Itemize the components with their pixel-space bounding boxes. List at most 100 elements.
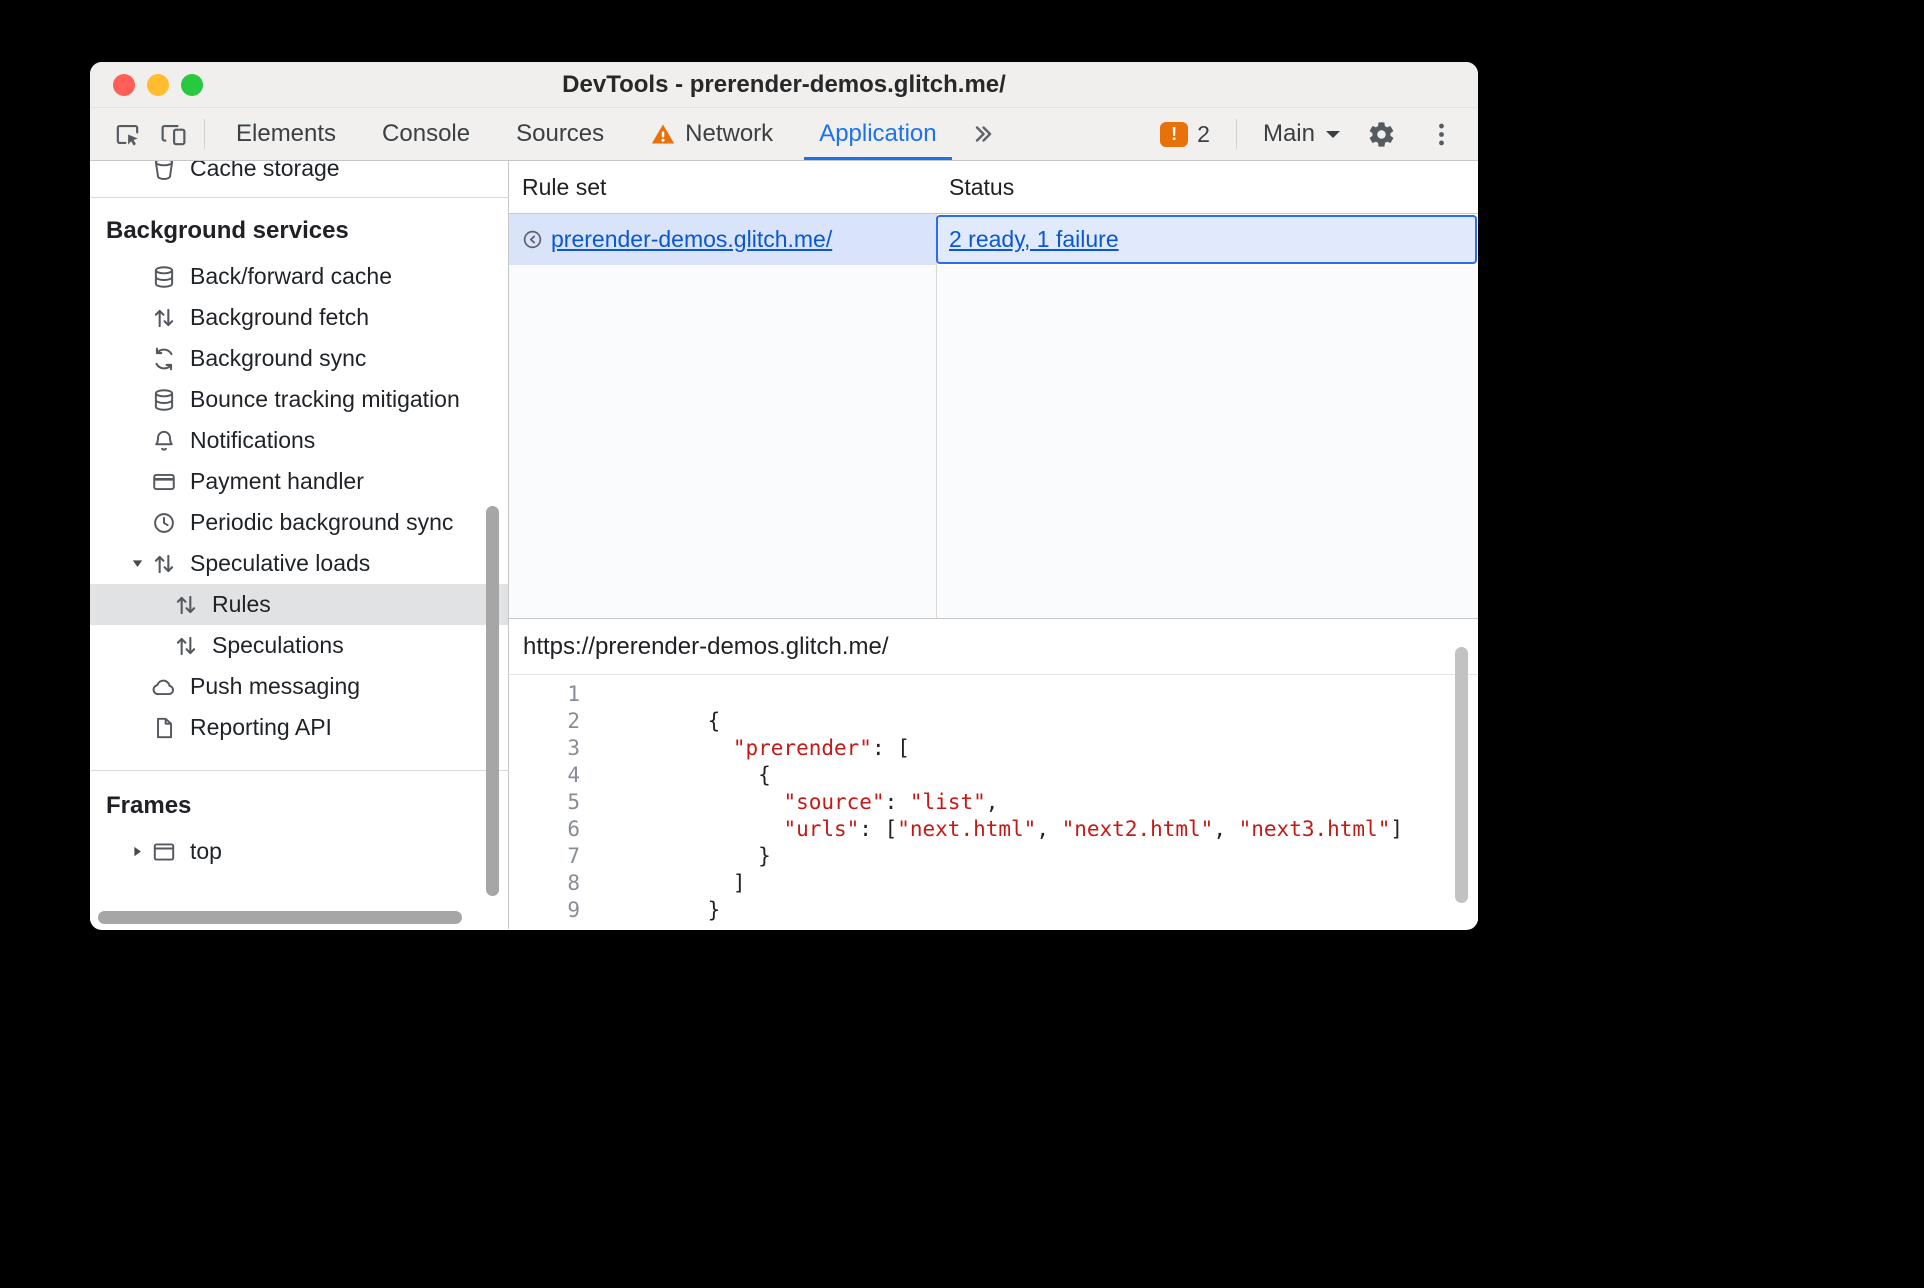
kebab-menu-icon[interactable] xyxy=(1418,113,1464,155)
chevron-down-icon xyxy=(1326,130,1340,145)
devtools-toolbar: Elements Console Sources Network Application… xyxy=(90,108,1478,161)
triangle-down-icon xyxy=(124,556,150,571)
sidebar-item-label: Bounce tracking mitigation xyxy=(190,386,460,412)
tab-sources[interactable]: Sources xyxy=(493,108,627,160)
sidebar-item-label: Speculative loads xyxy=(190,550,371,576)
sidebar-vertical-scrollbar[interactable] xyxy=(486,506,499,896)
code-line: 8 ] xyxy=(509,870,1478,897)
sidebar-item-speculations[interactable]: Speculations xyxy=(90,625,508,666)
code-text: "source": "list", xyxy=(783,790,999,814)
sidebar-item-notifications[interactable]: Notifications xyxy=(90,420,508,461)
rule-set-cell[interactable]: prerender-demos.glitch.me/ xyxy=(509,214,936,265)
code-line: 5 "source": "list", xyxy=(509,789,1478,816)
toolbar-right-group: ! 2 Main xyxy=(1156,113,1464,155)
preview-vertical-scrollbar[interactable] xyxy=(1455,647,1468,903)
status-cell[interactable]: 2 ready, 1 failure xyxy=(936,215,1477,264)
sync-icon xyxy=(150,345,177,372)
sidebar-item-reporting-api[interactable]: Reporting API xyxy=(90,707,508,748)
sidebar-item-speculative-loads[interactable]: Speculative loads xyxy=(90,543,508,584)
application-sidebar: Cache storage Background services Back/for… xyxy=(90,161,509,929)
tab-application[interactable]: Application xyxy=(796,108,959,160)
minimize-button[interactable] xyxy=(147,73,169,96)
section-divider xyxy=(90,770,508,771)
close-button[interactable] xyxy=(113,73,135,96)
database-icon xyxy=(150,386,177,413)
inspect-icon[interactable] xyxy=(104,113,150,155)
target-selector-label: Main xyxy=(1262,120,1315,147)
panel-tabs: Elements Console Sources Network Application xyxy=(213,108,960,160)
grid-header-row: Rule set Status xyxy=(509,161,1478,214)
tab-label: Elements xyxy=(236,120,337,147)
sidebar-horizontal-scrollbar[interactable] xyxy=(98,911,462,924)
window-title: DevTools - prerender-demos.glitch.me/ xyxy=(562,70,1006,98)
line-number: 2 xyxy=(567,709,580,733)
column-header-status[interactable]: Status xyxy=(936,174,1478,201)
triangle-right-icon xyxy=(124,844,150,859)
tab-network[interactable]: Network xyxy=(627,108,796,160)
traffic-lights xyxy=(113,62,203,107)
line-number: 7 xyxy=(567,844,580,868)
sidebar-item-label: Back/forward cache xyxy=(190,263,392,289)
code-text: ] xyxy=(657,871,746,895)
arrows-up-down-icon xyxy=(172,632,199,659)
status-link[interactable]: 2 ready, 1 failure xyxy=(949,226,1119,253)
sidebar-item-back-forward-cache[interactable]: Back/forward cache xyxy=(90,256,508,297)
line-number: 6 xyxy=(567,817,580,841)
code-line: 9 } xyxy=(509,897,1478,924)
rule-set-row[interactable]: prerender-demos.glitch.me/ 2 ready, 1 fa… xyxy=(509,214,1478,265)
clock-icon xyxy=(150,509,177,536)
more-tabs-button[interactable] xyxy=(960,121,1006,147)
code-line: 3 "prerender": [ xyxy=(509,735,1478,762)
sidebar-item-label: Reporting API xyxy=(190,714,332,740)
rule-set-link[interactable]: prerender-demos.glitch.me/ xyxy=(551,226,832,253)
sidebar-item-label: Periodic background sync xyxy=(190,509,454,535)
code-text: { xyxy=(657,763,771,787)
sidebar-item-background-sync[interactable]: Background sync xyxy=(90,338,508,379)
toolbar-separator xyxy=(1235,119,1237,149)
sidebar-item-background-fetch[interactable]: Background fetch xyxy=(90,297,508,338)
sidebar-item-periodic-background-sync[interactable]: Periodic background sync xyxy=(90,502,508,543)
sidebar-item-rules[interactable]: Rules xyxy=(90,584,508,625)
code-text: { xyxy=(657,709,721,733)
sidebar-item-label: Cache storage xyxy=(190,161,340,181)
grid-empty-area xyxy=(509,265,1478,618)
code-line: 1 xyxy=(509,681,1478,708)
sidebar-item-bounce-tracking-mitigation[interactable]: Bounce tracking mitigation xyxy=(90,379,508,420)
payment-card-icon xyxy=(150,468,177,495)
issues-button[interactable]: ! 2 xyxy=(1156,121,1214,148)
warning-icon xyxy=(650,121,676,147)
line-number: 3 xyxy=(567,736,580,760)
sidebar-item-cache-storage[interactable]: Cache storage xyxy=(90,161,508,189)
database-icon xyxy=(150,263,177,290)
target-selector[interactable]: Main xyxy=(1259,120,1344,148)
speculative-loads-panel: Rule set Status prerender-demos.glitch.m… xyxy=(509,161,1478,929)
sidebar-item-label: top xyxy=(190,838,222,864)
rule-set-icon xyxy=(520,228,544,252)
sidebar-item-payment-handler[interactable]: Payment handler xyxy=(90,461,508,502)
line-number: 4 xyxy=(567,763,580,787)
panel-content: Cache storage Background services Back/for… xyxy=(90,161,1478,929)
sidebar-item-label: Background sync xyxy=(190,345,367,371)
line-number: 9 xyxy=(567,898,580,922)
cloud-icon xyxy=(150,673,177,700)
document-icon xyxy=(150,714,177,741)
device-toolbar-icon[interactable] xyxy=(150,113,196,155)
devtools-window: DevTools - prerender-demos.glitch.me/ El… xyxy=(90,62,1478,930)
section-header-background-services: Background services xyxy=(106,217,349,244)
code-line: 7 } xyxy=(509,843,1478,870)
sidebar-item-push-messaging[interactable]: Push messaging xyxy=(90,666,508,707)
gear-icon[interactable] xyxy=(1358,113,1404,155)
rule-set-source-url: https://prerender-demos.glitch.me/ xyxy=(509,619,1478,675)
bell-icon xyxy=(150,427,177,454)
tab-console[interactable]: Console xyxy=(359,108,493,160)
bucket-icon xyxy=(150,161,177,182)
zoom-button[interactable] xyxy=(181,73,203,96)
sidebar-item-label: Notifications xyxy=(190,427,316,453)
tab-elements[interactable]: Elements xyxy=(213,108,359,160)
arrows-up-down-icon xyxy=(150,550,177,577)
tab-label: Console xyxy=(382,120,471,147)
line-number: 5 xyxy=(567,790,580,814)
column-header-rule-set[interactable]: Rule set xyxy=(509,174,936,201)
sidebar-item-top[interactable]: top xyxy=(90,831,508,872)
